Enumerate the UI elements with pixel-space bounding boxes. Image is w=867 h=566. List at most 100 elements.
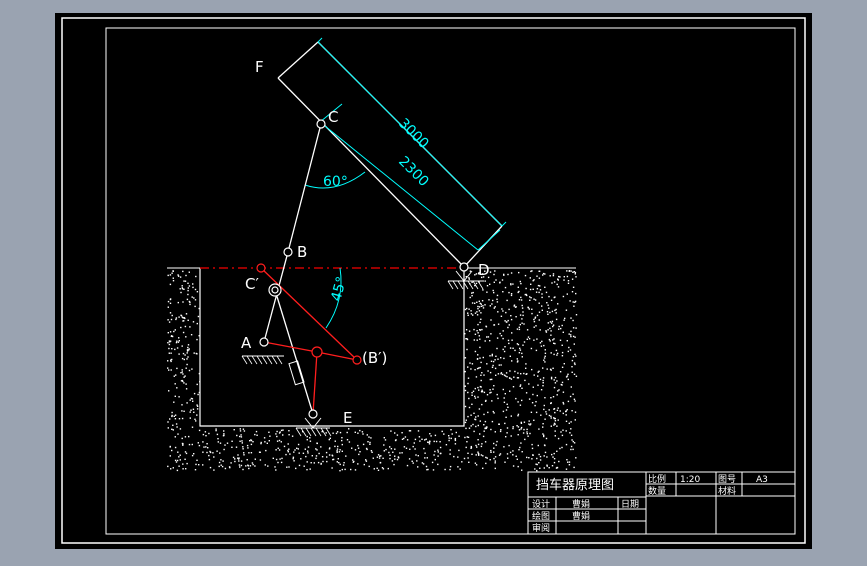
soil-dot	[574, 336, 576, 338]
soil-dot	[475, 416, 477, 418]
soil-dot	[526, 431, 528, 433]
soil-dot	[195, 275, 197, 278]
soil-dot	[490, 360, 493, 362]
soil-dot	[487, 411, 489, 414]
soil-dot	[184, 354, 186, 356]
soil-dot	[545, 330, 547, 332]
soil-dot	[325, 432, 327, 434]
soil-dot	[185, 313, 188, 315]
soil-dot	[180, 315, 183, 317]
soil-dot	[193, 352, 195, 354]
soil-dot	[468, 277, 470, 279]
soil-dot	[558, 325, 560, 328]
soil-dot	[540, 389, 543, 391]
soil-dot	[547, 304, 549, 306]
soil-dot	[542, 379, 544, 382]
soil-dot	[260, 441, 262, 444]
soil-dot	[476, 314, 479, 316]
soil-dot	[389, 454, 391, 456]
soil-dot	[298, 452, 300, 454]
soil-dot	[190, 397, 193, 400]
drawing-sheet	[55, 13, 812, 549]
soil-dot	[450, 429, 452, 431]
soil-dot	[484, 427, 486, 430]
soil-dot	[176, 367, 178, 370]
soil-dot	[513, 305, 515, 307]
soil-dot	[338, 462, 340, 464]
soil-dot	[552, 396, 555, 398]
soil-dot	[254, 458, 256, 460]
soil-dot	[477, 443, 480, 446]
soil-dot	[187, 293, 189, 296]
soil-dot	[566, 270, 568, 272]
soil-dot	[179, 276, 182, 278]
soil-dot	[515, 316, 517, 318]
soil-dot	[501, 373, 504, 376]
soil-dot	[523, 372, 525, 375]
soil-dot	[389, 446, 391, 448]
soil-dot	[471, 403, 473, 405]
scale-value: 1:20	[680, 475, 700, 485]
soil-dot	[495, 279, 497, 281]
soil-dot	[501, 308, 503, 310]
soil-dot	[476, 311, 478, 313]
soil-dot	[521, 399, 523, 402]
soil-dot	[530, 283, 532, 285]
soil-dot	[565, 414, 567, 416]
soil-dot	[572, 286, 575, 288]
soil-dot	[521, 318, 523, 320]
soil-dot	[168, 340, 171, 342]
soil-dot	[539, 342, 542, 344]
soil-dot	[556, 352, 559, 355]
soil-dot	[563, 319, 565, 321]
soil-dot	[197, 442, 199, 444]
soil-dot	[280, 461, 283, 464]
soil-dot	[507, 326, 509, 329]
soil-dot	[192, 408, 195, 410]
soil-dot	[401, 438, 404, 440]
soil-dot	[171, 272, 173, 274]
soil-dot	[544, 418, 546, 420]
scale-label: 比例	[648, 473, 666, 485]
soil-dot	[506, 427, 509, 429]
soil-dot	[241, 440, 243, 442]
soil-dot	[405, 447, 408, 449]
soil-dot	[538, 302, 540, 304]
soil-dot	[354, 469, 357, 471]
soil-dot	[175, 461, 178, 463]
soil-dot	[508, 291, 510, 294]
soil-dot	[170, 359, 172, 361]
soil-dot	[275, 458, 278, 461]
soil-dot	[311, 455, 313, 457]
soil-dot	[512, 465, 515, 467]
soil-dot	[481, 328, 483, 331]
soil-dot	[509, 451, 512, 454]
soil-dot	[457, 466, 459, 468]
soil-dot	[565, 420, 568, 422]
soil-dot	[461, 461, 463, 463]
soil-dot	[433, 440, 435, 443]
soil-dot	[516, 425, 518, 427]
soil-dot	[451, 433, 453, 435]
soil-dot	[467, 366, 469, 368]
soil-dot	[567, 461, 569, 463]
soil-dot	[492, 360, 495, 363]
drawing-no-value: A3	[756, 475, 768, 485]
soil-dot	[317, 461, 320, 464]
soil-dot	[423, 447, 425, 450]
soil-dot	[437, 463, 439, 466]
soil-dot	[552, 339, 554, 341]
soil-dot	[184, 451, 187, 453]
soil-dot	[233, 429, 235, 431]
soil-dot	[495, 374, 497, 376]
soil-dot	[268, 431, 270, 433]
soil-dot	[247, 464, 249, 466]
soil-dot	[167, 427, 169, 429]
soil-dot	[192, 286, 194, 289]
soil-dot	[568, 464, 571, 466]
soil-dot	[428, 441, 430, 444]
soil-dot	[516, 328, 519, 330]
soil-dot	[194, 418, 196, 420]
soil-dot	[503, 446, 505, 448]
soil-dot	[489, 378, 491, 381]
